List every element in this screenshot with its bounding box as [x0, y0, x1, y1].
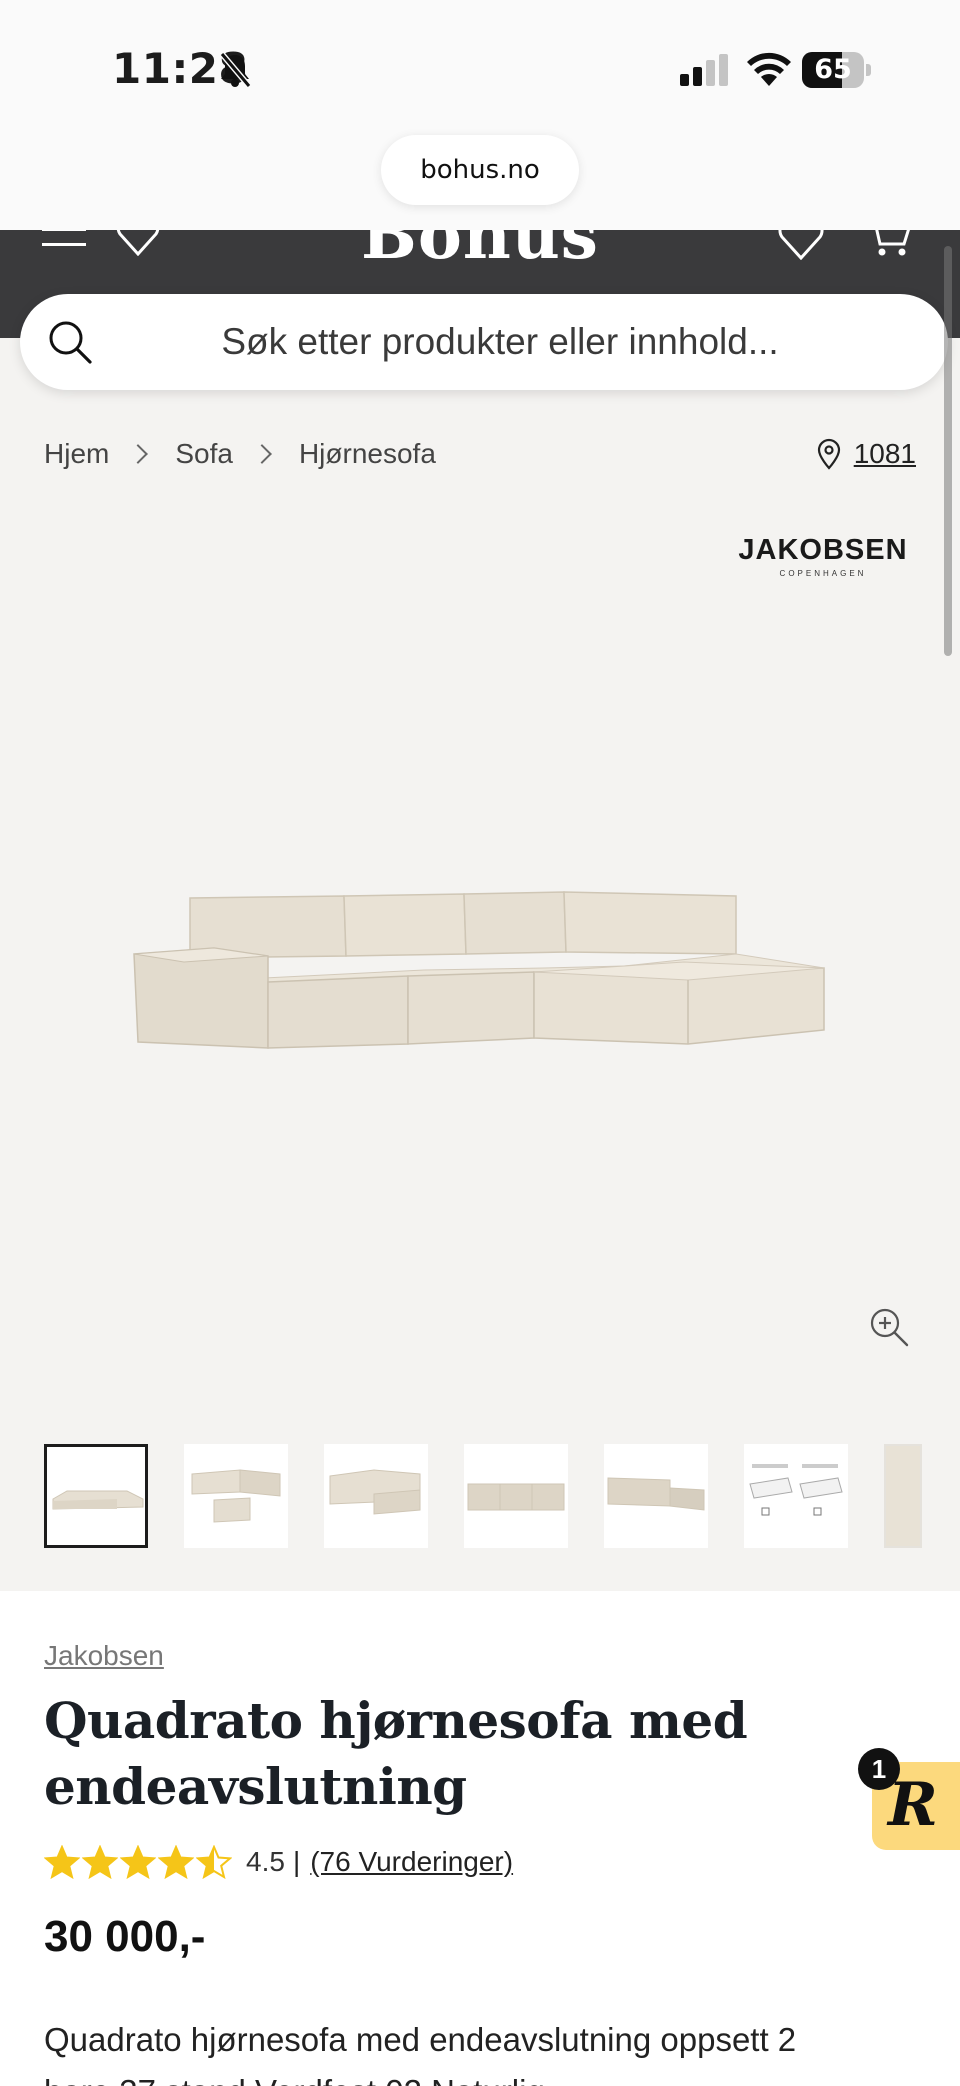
product-title-line-2: endeavslutning	[44, 1757, 467, 1816]
star-full-icon	[120, 1845, 156, 1879]
search-input[interactable]	[120, 316, 880, 368]
star-full-icon	[158, 1845, 194, 1879]
product-title-line-1: Quadrato hjørnesofa med	[44, 1691, 748, 1750]
thumbnail-4[interactable]	[464, 1444, 568, 1548]
rating-separator: |	[292, 1846, 301, 1877]
brand-logo: JAKOBSEN COPENHAGEN	[738, 534, 908, 578]
star-half-icon	[196, 1845, 232, 1879]
chat-notification-badge: 1	[858, 1748, 900, 1790]
store-selector[interactable]: 1081	[816, 434, 916, 474]
thumbnail-1[interactable]	[44, 1444, 148, 1548]
url-bar[interactable]: bohus.no	[381, 135, 579, 205]
search-bar[interactable]	[20, 294, 948, 390]
chevron-right-icon	[128, 444, 149, 464]
breadcrumb: Hjem Sofa Hjørnesofa	[44, 434, 436, 474]
product-price: 30 000,-	[44, 1912, 206, 1961]
brand-logo-main: JAKOBSEN	[738, 534, 908, 566]
thumbnail-6[interactable]	[744, 1444, 848, 1548]
cellular-signal-icon	[680, 54, 728, 86]
product-image-sofa[interactable]	[124, 858, 834, 1058]
description-line-2: bare 37 stand Verdfest 02 Naturlig	[44, 2066, 944, 2086]
wifi-icon	[747, 52, 791, 86]
battery-level: 65	[814, 54, 852, 85]
bell-slash-icon	[219, 52, 252, 88]
location-pin-icon	[817, 438, 840, 470]
status-bar: 11:28 65 bohus.no	[0, 0, 960, 230]
zoom-in-icon[interactable]	[868, 1306, 910, 1348]
rating-row: 4.5 | (76 Vurderinger)	[44, 1842, 513, 1882]
star-rating	[44, 1845, 234, 1879]
chevron-right-icon	[252, 444, 272, 464]
thumbnail-3[interactable]	[324, 1444, 428, 1548]
breadcrumb-corner-sofa[interactable]: Hjørnesofa	[299, 438, 436, 470]
breadcrumb-home[interactable]: Hjem	[44, 438, 109, 470]
battery-icon: 65	[802, 52, 872, 88]
reviews-link[interactable]: (76 Vurderinger)	[310, 1846, 513, 1878]
description-line-1: Quadrato hjørnesofa med endeavslutning o…	[44, 2021, 797, 2058]
search-icon[interactable]	[46, 318, 94, 366]
thumbnail-2[interactable]	[184, 1444, 288, 1548]
product-brand-link[interactable]: Jakobsen	[44, 1640, 164, 1672]
thumbnail-strip	[44, 1444, 922, 1548]
star-full-icon	[82, 1845, 118, 1879]
scrollbar[interactable]	[944, 246, 952, 656]
breadcrumb-sofa[interactable]: Sofa	[175, 438, 233, 470]
product-title: Quadrato hjørnesofa med endeavslutning	[44, 1688, 804, 1820]
brand-logo-sub: COPENHAGEN	[779, 569, 867, 578]
store-number[interactable]: 1081	[854, 438, 916, 470]
thumbnail-7[interactable]	[884, 1444, 922, 1548]
product-gallery: Hjem Sofa Hjørnesofa 1081 JAKOBSEN COPEN…	[0, 338, 960, 1591]
product-description: Quadrato hjørnesofa med endeavslutning o…	[44, 2014, 944, 2086]
wishlist-heart-icon[interactable]	[778, 230, 824, 260]
star-full-icon	[44, 1845, 80, 1879]
thumbnail-5[interactable]	[604, 1444, 708, 1548]
cart-icon[interactable]	[866, 230, 912, 258]
rating-value: 4.5	[246, 1846, 285, 1877]
